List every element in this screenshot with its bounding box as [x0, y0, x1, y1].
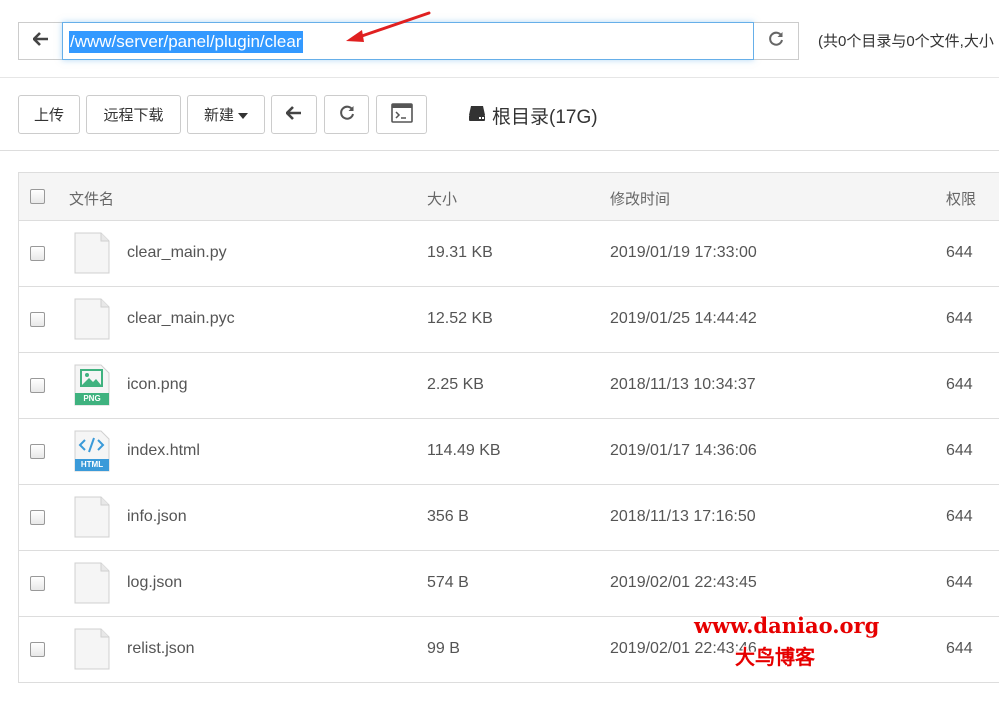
row-checkbox[interactable]: [30, 444, 45, 459]
row-checkbox[interactable]: [30, 576, 45, 591]
generic-file-icon: [74, 496, 110, 538]
file-modified-time: 2019/01/17 14:36:06: [610, 442, 757, 459]
table-row[interactable]: log.json 574 B 2019/02/01 22:43:45 644: [19, 551, 999, 617]
path-refresh-button[interactable]: [754, 22, 799, 60]
row-checkbox[interactable]: [30, 246, 45, 261]
header-size[interactable]: 大小: [427, 188, 457, 209]
new-button-label: 新建: [203, 107, 234, 124]
annotation-arrow: [346, 11, 431, 42]
file-table: 文件名 大小 修改时间 权限 clear_main.py 19.31 KB 20…: [18, 172, 999, 683]
row-checkbox[interactable]: [30, 510, 45, 525]
new-dropdown-button[interactable]: 新建: [187, 95, 265, 134]
arrow-left-icon: [285, 105, 302, 124]
table-header: 文件名 大小 修改时间 权限: [19, 173, 999, 221]
file-modified-time: 2018/11/13 17:16:50: [610, 508, 756, 525]
file-permission[interactable]: 644: [946, 244, 973, 262]
file-name[interactable]: clear_main.py: [127, 244, 227, 262]
row-checkbox[interactable]: [30, 378, 45, 393]
file-size: 2.25 KB: [427, 376, 484, 393]
file-permission[interactable]: 644: [946, 376, 973, 394]
file-size: 356 B: [427, 508, 469, 525]
generic-file-icon: [74, 562, 110, 604]
header-permission[interactable]: 权限: [946, 188, 976, 209]
file-size: 12.52 KB: [427, 310, 493, 327]
terminal-icon: [390, 102, 413, 127]
upload-button[interactable]: 上传: [18, 95, 80, 134]
file-permission[interactable]: 644: [946, 574, 973, 592]
file-toolbar: 上传 远程下载 新建 根目录(17G): [0, 78, 999, 151]
row-checkbox[interactable]: [30, 642, 45, 657]
refresh-icon: [767, 30, 785, 53]
table-row[interactable]: clear_main.pyc 12.52 KB 2019/01/25 14:44…: [19, 287, 999, 353]
remote-download-button[interactable]: 远程下载: [86, 95, 181, 134]
file-modified-time: 2019/02/01 22:43:45: [610, 574, 757, 591]
hard-drive-icon: [468, 104, 486, 128]
table-row[interactable]: clear_main.py 19.31 KB 2019/01/19 17:33:…: [19, 221, 999, 287]
file-permission[interactable]: 644: [946, 310, 973, 328]
file-size: 574 B: [427, 574, 469, 591]
table-row[interactable]: info.json 356 B 2018/11/13 17:16:50 644: [19, 485, 999, 551]
header-modified-time[interactable]: 修改时间: [610, 188, 670, 209]
root-directory-label[interactable]: 根目录(17G): [468, 102, 598, 129]
watermark-blog-name: 大鸟博客: [735, 645, 815, 669]
refresh-icon: [338, 104, 356, 126]
path-bar: /www/server/panel/plugin/clear (共0个目录与0个…: [0, 0, 999, 78]
png-badge-label: PNG: [83, 394, 101, 403]
file-permission[interactable]: 644: [946, 442, 973, 460]
file-name[interactable]: index.html: [127, 442, 200, 460]
path-summary: (共0个目录与0个文件,大小: [818, 33, 994, 50]
html-badge-label: HTML: [80, 460, 104, 469]
generic-file-icon: [74, 232, 110, 274]
file-modified-time: 2019/01/19 17:33:00: [610, 244, 757, 261]
refresh-button[interactable]: [324, 95, 369, 134]
arrow-left-icon: [32, 31, 49, 51]
file-name[interactable]: clear_main.pyc: [127, 310, 235, 328]
file-name[interactable]: log.json: [127, 574, 182, 592]
path-back-button[interactable]: [18, 22, 63, 60]
file-modified-time: 2019/01/25 14:44:42: [610, 310, 757, 327]
png-file-icon: PNG: [74, 364, 110, 406]
table-row[interactable]: HTML index.html 114.49 KB 2019/01/17 14:…: [19, 419, 999, 485]
file-name[interactable]: info.json: [127, 508, 187, 526]
terminal-button[interactable]: [376, 95, 427, 134]
select-all-checkbox[interactable]: [30, 189, 45, 204]
file-size: 99 B: [427, 640, 460, 657]
file-permission[interactable]: 644: [946, 508, 973, 526]
file-modified-time: 2018/11/13 10:34:37: [610, 376, 756, 393]
watermark-url: www.daniao.org: [694, 613, 880, 638]
file-size: 114.49 KB: [427, 442, 501, 459]
html-file-icon: HTML: [74, 430, 110, 472]
generic-file-icon: [74, 298, 110, 340]
file-name[interactable]: icon.png: [127, 376, 188, 394]
table-row[interactable]: PNG icon.png 2.25 KB 2018/11/13 10:34:37…: [19, 353, 999, 419]
file-size: 19.31 KB: [427, 244, 493, 261]
row-checkbox[interactable]: [30, 312, 45, 327]
path-input-value: /www/server/panel/plugin/clear: [69, 31, 303, 53]
caret-down-icon: [238, 106, 248, 123]
file-name[interactable]: relist.json: [127, 640, 195, 658]
header-filename[interactable]: 文件名: [69, 188, 114, 209]
root-directory-text: 根目录(17G): [492, 107, 598, 128]
generic-file-icon: [74, 628, 110, 670]
file-permission[interactable]: 644: [946, 640, 973, 658]
go-back-button[interactable]: [271, 95, 317, 134]
